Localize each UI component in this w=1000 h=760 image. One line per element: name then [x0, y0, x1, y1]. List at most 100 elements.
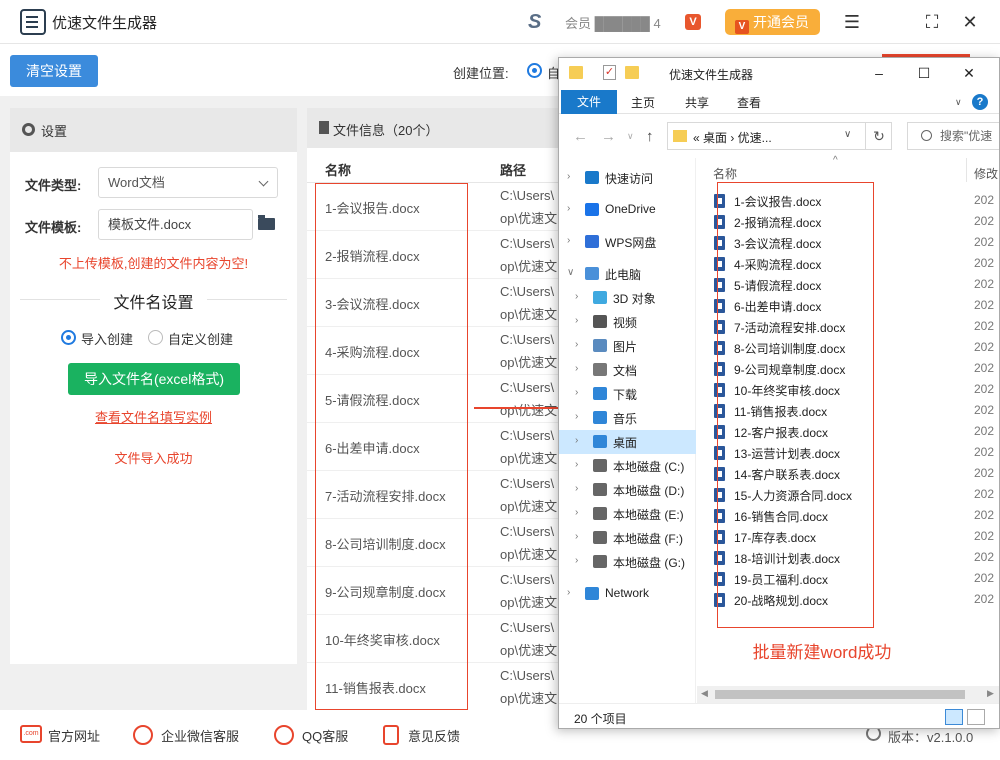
close-icon[interactable]: ✕	[959, 64, 979, 82]
scroll-thumb[interactable]	[715, 690, 965, 699]
chevron-down-icon[interactable]: ∨	[955, 97, 962, 108]
drive-icon	[593, 555, 607, 568]
folder-open-icon[interactable]	[258, 215, 275, 230]
nav-item[interactable]: › 文档	[559, 358, 696, 382]
list-item-date: 202	[974, 466, 995, 480]
address-path[interactable]: « 桌面 › 优速...	[693, 129, 772, 146]
chevron-right-icon[interactable]: ›	[575, 363, 578, 374]
import-create-radio[interactable]	[61, 330, 76, 345]
chevron-right-icon[interactable]: ›	[575, 387, 578, 398]
nav-item[interactable]: › 快速访问	[559, 166, 696, 190]
file-path-cell: C:\Users\	[500, 380, 555, 395]
list-item-date: 202	[974, 193, 995, 207]
forward-icon[interactable]: →	[601, 128, 616, 145]
column-name-header[interactable]: 名称	[325, 160, 351, 179]
user-name: 会员 ██████ 4	[565, 16, 661, 31]
help-icon[interactable]: ?	[972, 94, 988, 110]
feedback-link[interactable]: 意见反馈	[408, 726, 460, 745]
minimize-icon[interactable]: –	[869, 64, 889, 82]
open-vip-button[interactable]: V 开通会员	[725, 9, 820, 35]
chevron-right-icon[interactable]: ›	[567, 235, 570, 246]
file-path-cell: op\优速文	[500, 595, 558, 610]
chevron-down-icon[interactable]: ∨	[567, 267, 574, 278]
chevron-right-icon[interactable]: ›	[567, 171, 570, 182]
tab-home[interactable]: 主页	[631, 94, 655, 111]
address-chevron-icon[interactable]: ∨	[844, 129, 851, 140]
chevron-right-icon[interactable]: ›	[575, 459, 578, 470]
nav-item[interactable]: › 图片	[559, 334, 696, 358]
details-view-icon[interactable]	[945, 709, 963, 725]
nav-item[interactable]: › OneDrive	[559, 198, 696, 222]
close-icon[interactable]: ✕	[958, 10, 982, 34]
nav-item[interactable]: › Network	[559, 582, 696, 606]
new-folder-icon[interactable]	[625, 66, 639, 79]
maximize-icon[interactable]: ⛶	[920, 10, 944, 34]
tab-file[interactable]: 文件	[561, 90, 617, 114]
nav-item[interactable]: › 本地磁盘 (F:)	[559, 526, 696, 550]
create-location-radio[interactable]	[527, 63, 542, 78]
official-website-link[interactable]: 官方网址	[48, 726, 100, 745]
search-icon	[921, 130, 932, 141]
nav-item[interactable]: › 视频	[559, 310, 696, 334]
qq-support-link[interactable]: QQ客服	[302, 726, 348, 745]
nav-item[interactable]: › 下载	[559, 382, 696, 406]
file-path-cell: op\优速文	[500, 355, 558, 370]
list-header-modified[interactable]: 修改	[974, 165, 998, 182]
nav-item[interactable]: › WPS网盘	[559, 230, 696, 254]
address-row: ← → ∨ ↑ « 桌面 › 优速... ∨ ↻ 搜索"优速	[559, 114, 999, 158]
list-header-name[interactable]: 名称	[713, 165, 737, 182]
chevron-right-icon[interactable]: ›	[575, 339, 578, 350]
chevron-right-icon[interactable]: ›	[575, 483, 578, 494]
chevron-right-icon[interactable]: ›	[575, 435, 578, 446]
custom-create-radio[interactable]	[148, 330, 163, 345]
nav-item[interactable]: › 音乐	[559, 406, 696, 430]
nav-item-label: 3D 对象	[613, 292, 656, 306]
menu-icon[interactable]: ☰	[840, 10, 864, 34]
chevron-right-icon[interactable]: ›	[575, 315, 578, 326]
refresh-icon[interactable]: ↻	[865, 122, 892, 150]
nav-item[interactable]: › 桌面	[559, 430, 696, 454]
scroll-right-icon[interactable]: ▶	[987, 688, 994, 699]
chevron-right-icon[interactable]: ›	[567, 587, 570, 598]
nav-item[interactable]: › 3D 对象	[559, 286, 696, 310]
chevron-right-icon[interactable]: ›	[575, 555, 578, 566]
template-input[interactable]: 模板文件.docx	[98, 209, 253, 240]
import-filenames-button[interactable]: 导入文件名(excel格式)	[68, 363, 240, 395]
nav-item[interactable]: › 本地磁盘 (D:)	[559, 478, 696, 502]
wechat-icon	[133, 725, 153, 745]
clear-settings-button[interactable]: 清空设置	[10, 55, 98, 87]
user-avatar[interactable]: S	[528, 12, 556, 32]
chevron-right-icon[interactable]: ›	[575, 507, 578, 518]
chevron-right-icon[interactable]: ›	[575, 531, 578, 542]
list-item-date: 202	[974, 298, 995, 312]
tab-view[interactable]: 查看	[737, 94, 761, 111]
template-label: 文件模板:	[25, 220, 82, 235]
tab-share[interactable]: 共享	[685, 94, 709, 111]
scroll-left-icon[interactable]: ◀	[701, 688, 708, 699]
address-bar[interactable]: « 桌面 › 优速... ∨ ↻	[667, 122, 892, 150]
maximize-icon[interactable]: ☐	[914, 64, 934, 82]
custom-create-label[interactable]: 自定义创建	[168, 329, 233, 348]
filename-example-link[interactable]: 查看文件名填写实例	[10, 407, 297, 426]
large-icons-view-icon[interactable]	[967, 709, 985, 725]
back-icon[interactable]: ←	[573, 128, 588, 145]
up-icon[interactable]: ↑	[646, 128, 654, 145]
nav-item[interactable]: › 本地磁盘 (G:)	[559, 550, 696, 574]
nav-item[interactable]: › 本地磁盘 (E:)	[559, 502, 696, 526]
list-item-date: 202	[974, 487, 995, 501]
import-success-text: 文件导入成功	[114, 451, 193, 466]
recent-chevron-icon[interactable]: ∨	[627, 131, 634, 142]
wechat-support-link[interactable]: 企业微信客服	[161, 726, 239, 745]
column-divider[interactable]	[966, 158, 967, 182]
file-type-select[interactable]: Word文档	[98, 167, 278, 198]
properties-icon[interactable]: ✓	[603, 65, 616, 80]
horizontal-scrollbar[interactable]: ◀ ▶	[697, 686, 999, 703]
column-path-header[interactable]: 路径	[500, 160, 526, 179]
nav-item[interactable]: ∨ 此电脑	[559, 262, 696, 286]
file-type-value: Word文档	[108, 175, 165, 190]
chevron-right-icon[interactable]: ›	[567, 203, 570, 214]
nav-item[interactable]: › 本地磁盘 (C:)	[559, 454, 696, 478]
chevron-right-icon[interactable]: ›	[575, 411, 578, 422]
import-create-label[interactable]: 导入创建	[81, 329, 133, 348]
chevron-right-icon[interactable]: ›	[575, 291, 578, 302]
